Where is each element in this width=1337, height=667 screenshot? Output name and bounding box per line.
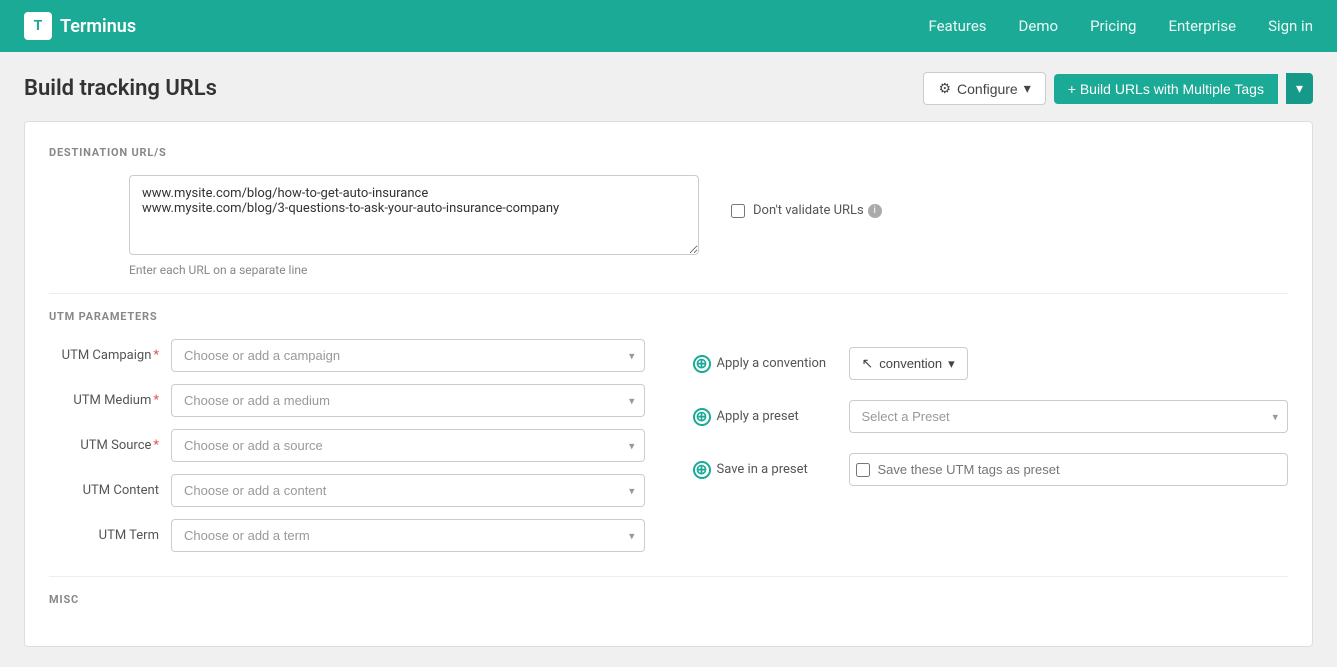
brand-name: Terminus	[60, 16, 136, 37]
page-wrapper: Build tracking URLs ⚙ Configure ▾ + Buil…	[0, 52, 1337, 667]
utm-medium-select-wrapper: Choose or add a medium ▾	[171, 384, 645, 417]
section-divider	[49, 293, 1288, 294]
convention-row: ⊕ Apply a convention ↖ convention ▾	[693, 347, 1289, 380]
convention-icon: ⊕	[693, 355, 711, 373]
convention-label: convention	[879, 356, 942, 371]
main-card: DESTINATION URL/S www.mysite.com/blog/ho…	[24, 121, 1313, 647]
utm-term-select[interactable]: Choose or add a term	[171, 519, 645, 552]
preset-select[interactable]: Select a Preset	[849, 400, 1289, 433]
configure-button[interactable]: ⚙ Configure ▾	[923, 72, 1045, 105]
utm-source-label: UTM Source*	[49, 438, 159, 453]
header-actions: ⚙ Configure ▾ + Build URLs with Multiple…	[923, 72, 1313, 105]
utm-section-label: UTM PARAMETERS	[49, 310, 1288, 323]
utm-campaign-label: UTM Campaign*	[49, 348, 159, 363]
url-hint: Enter each URL on a separate line	[129, 263, 699, 277]
utm-medium-row: UTM Medium* Choose or add a medium ▾	[49, 384, 645, 417]
utm-content-select-wrapper: Choose or add a content ▾	[171, 474, 645, 507]
configure-label: Configure	[957, 81, 1018, 97]
url-section: www.mysite.com/blog/how-to-get-auto-insu…	[49, 175, 1288, 277]
utm-content-row: UTM Content Choose or add a content ▾	[49, 474, 645, 507]
utm-right: ⊕ Apply a convention ↖ convention ▾ ⊕ Ap…	[693, 339, 1289, 552]
preset-row: ⊕ Apply a preset Select a Preset ▾	[693, 400, 1289, 433]
build-urls-button[interactable]: + Build URLs with Multiple Tags	[1054, 74, 1278, 104]
utm-medium-label: UTM Medium*	[49, 393, 159, 408]
preset-icon: ⊕	[693, 408, 711, 426]
destination-url-textarea[interactable]: www.mysite.com/blog/how-to-get-auto-insu…	[129, 175, 699, 255]
cursor-icon: ↖	[862, 355, 874, 372]
save-preset-input-wrapper	[849, 453, 1289, 486]
gear-icon: ⚙	[938, 80, 951, 97]
misc-section: MISC	[49, 593, 1288, 606]
utm-campaign-select-wrapper: Choose or add a campaign ▾	[171, 339, 645, 372]
validate-label: Don't validate URLs i	[753, 203, 882, 218]
utm-medium-select[interactable]: Choose or add a medium	[171, 384, 645, 417]
convention-button[interactable]: ↖ convention ▾	[849, 347, 968, 380]
utm-content-select[interactable]: Choose or add a content	[171, 474, 645, 507]
chevron-down-icon: ▾	[1024, 80, 1031, 97]
validate-checkbox[interactable]	[731, 204, 745, 218]
validate-wrapper: Don't validate URLs i	[731, 175, 882, 218]
save-preset-checkbox[interactable]	[856, 463, 870, 477]
convention-apply-label: ⊕ Apply a convention	[693, 355, 833, 373]
navbar: T Terminus Features Demo Pricing Enterpr…	[0, 0, 1337, 52]
utm-source-select-wrapper: Choose or add a source ▾	[171, 429, 645, 462]
destination-section-label: DESTINATION URL/S	[49, 146, 1288, 159]
save-preset-row: ⊕ Save in a preset	[693, 453, 1289, 486]
build-urls-caret-button[interactable]: ▾	[1286, 73, 1313, 104]
utm-term-select-wrapper: Choose or add a term ▾	[171, 519, 645, 552]
brand: T Terminus	[24, 12, 136, 40]
utm-campaign-select[interactable]: Choose or add a campaign	[171, 339, 645, 372]
utm-grid: UTM Campaign* Choose or add a campaign ▾…	[49, 339, 1288, 552]
required-star: *	[153, 348, 159, 363]
nav-links: Features Demo Pricing Enterprise Sign in	[928, 17, 1313, 35]
save-preset-input[interactable]	[878, 456, 1282, 483]
utm-content-label: UTM Content	[49, 483, 159, 498]
required-star: *	[153, 393, 159, 408]
utm-source-row: UTM Source* Choose or add a source ▾	[49, 429, 645, 462]
caret-down-icon: ▾	[1296, 80, 1303, 96]
utm-term-label: UTM Term	[49, 528, 159, 543]
preset-select-wrapper: Select a Preset ▾	[849, 400, 1289, 433]
utm-term-row: UTM Term Choose or add a term ▾	[49, 519, 645, 552]
required-star: *	[153, 438, 159, 453]
chevron-down-icon: ▾	[948, 356, 955, 372]
save-preset-icon: ⊕	[693, 461, 711, 479]
save-preset-label: ⊕ Save in a preset	[693, 461, 833, 479]
nav-link-demo[interactable]: Demo	[1019, 17, 1059, 35]
nav-link-pricing[interactable]: Pricing	[1090, 17, 1136, 35]
misc-section-divider	[49, 576, 1288, 577]
nav-link-signin[interactable]: Sign in	[1268, 17, 1313, 35]
nav-link-enterprise[interactable]: Enterprise	[1168, 17, 1236, 35]
preset-apply-label: ⊕ Apply a preset	[693, 408, 833, 426]
utm-source-select[interactable]: Choose or add a source	[171, 429, 645, 462]
utm-left: UTM Campaign* Choose or add a campaign ▾…	[49, 339, 645, 552]
info-icon: i	[868, 204, 882, 218]
page-title: Build tracking URLs	[24, 76, 217, 101]
build-label: + Build URLs with Multiple Tags	[1068, 81, 1264, 97]
nav-link-features[interactable]: Features	[928, 17, 986, 35]
utm-campaign-row: UTM Campaign* Choose or add a campaign ▾	[49, 339, 645, 372]
url-textarea-wrapper: www.mysite.com/blog/how-to-get-auto-insu…	[129, 175, 699, 277]
misc-section-label: MISC	[49, 593, 1288, 606]
brand-logo: T	[24, 12, 52, 40]
page-header: Build tracking URLs ⚙ Configure ▾ + Buil…	[24, 72, 1313, 105]
